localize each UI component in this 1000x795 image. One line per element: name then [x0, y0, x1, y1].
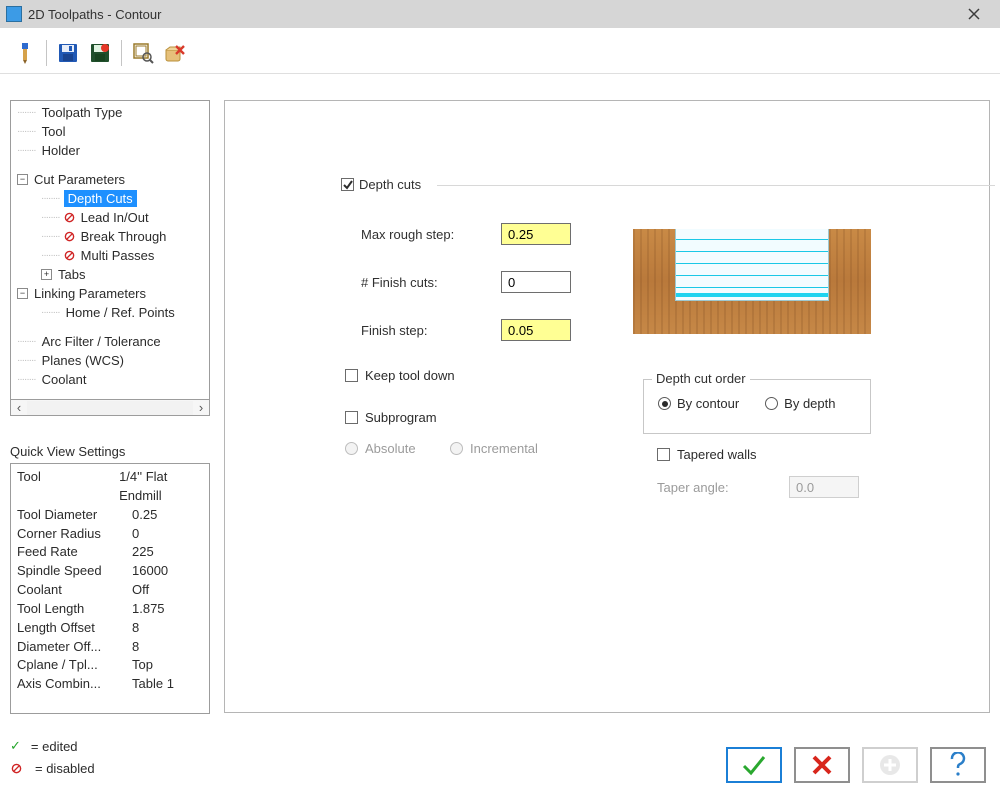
by-contour-label: By contour — [677, 396, 739, 411]
quickview-row: Diameter Off...8 — [17, 638, 203, 657]
quickview-row: Tool Length1.875 — [17, 600, 203, 619]
disabled-icon — [10, 762, 22, 774]
quickview-row: Corner Radius0 — [17, 525, 203, 544]
add-button — [862, 747, 918, 783]
tree-item[interactable]: ········Holder — [11, 141, 209, 160]
dialog-buttons — [726, 747, 986, 783]
edit-state-legend: ✓ = edited = disabled — [10, 735, 95, 779]
window-title: 2D Toolpaths - Contour — [28, 7, 161, 22]
quickview-row: Tool Diameter0.25 — [17, 506, 203, 525]
ok-button[interactable] — [726, 747, 782, 783]
tree-item[interactable]: ········Arc Filter / Tolerance — [11, 332, 209, 351]
by-depth-radio[interactable] — [765, 397, 778, 410]
tree-toggle[interactable]: + — [41, 269, 52, 280]
tapered-walls-checkbox[interactable] — [657, 448, 670, 461]
quickview-row: Axis Combin...Table 1 — [17, 675, 203, 694]
toolbar — [0, 32, 1000, 74]
tree-item[interactable]: ········Break Through — [11, 227, 209, 246]
quickview-title: Quick View Settings — [10, 444, 210, 459]
quickview-row: Feed Rate225 — [17, 543, 203, 562]
taper-angle-label: Taper angle: — [657, 480, 782, 495]
tree-item[interactable]: −Cut Parameters — [11, 170, 209, 189]
tree-toggle[interactable]: − — [17, 174, 28, 185]
tree-item[interactable]: ········Coolant — [11, 370, 209, 389]
depth-cuts-label: Depth cuts — [359, 177, 421, 192]
tree-item[interactable]: ········Multi Passes — [11, 246, 209, 265]
tree-toggle[interactable]: − — [17, 288, 28, 299]
tree-item[interactable]: ········Home / Ref. Points — [11, 303, 209, 322]
depth-cut-order-group: Depth cut order By contour By depth — [643, 379, 871, 434]
save-icon[interactable] — [53, 38, 83, 68]
tree-item[interactable]: −Linking Parameters — [11, 284, 209, 303]
incremental-radio — [450, 442, 463, 455]
save-special-icon[interactable] — [85, 38, 115, 68]
depth-cut-preview — [633, 229, 871, 334]
quickview-row: Spindle Speed16000 — [17, 562, 203, 581]
depth-cuts-checkbox[interactable] — [341, 178, 354, 191]
finish-cuts-label: # Finish cuts: — [361, 275, 501, 290]
quickview-row: Tool1/4'' Flat Endmill — [17, 468, 203, 506]
tree-view[interactable]: ········Toolpath Type········Tool·······… — [10, 100, 210, 400]
app-icon — [6, 6, 22, 22]
by-depth-label: By depth — [784, 396, 835, 411]
preview-icon[interactable] — [128, 38, 158, 68]
depth-cut-order-label: Depth cut order — [656, 371, 746, 386]
max-rough-input[interactable] — [501, 223, 571, 245]
taper-angle-input — [789, 476, 859, 498]
finish-step-label: Finish step: — [361, 323, 501, 338]
quickview-box: Tool1/4'' Flat EndmillTool Diameter0.25C… — [10, 463, 210, 714]
tree-item[interactable]: ········Toolpath Type — [11, 103, 209, 122]
keep-tool-down-label: Keep tool down — [365, 368, 455, 383]
quickview-row: Length Offset8 — [17, 619, 203, 638]
absolute-label: Absolute — [365, 441, 416, 456]
content-panel: Depth cuts Max rough step: # Finish cuts… — [224, 100, 990, 713]
edited-text: = edited — [31, 739, 78, 754]
delete-icon[interactable] — [160, 38, 190, 68]
finish-cuts-input[interactable] — [501, 271, 571, 293]
titlebar: 2D Toolpaths - Contour — [0, 0, 1000, 28]
close-button[interactable] — [954, 4, 994, 24]
help-button[interactable] — [930, 747, 986, 783]
finish-step-input[interactable] — [501, 319, 571, 341]
quickview-row: Cplane / Tpl...Top — [17, 656, 203, 675]
tapered-walls-label: Tapered walls — [677, 447, 757, 462]
by-contour-radio[interactable] — [658, 397, 671, 410]
max-rough-label: Max rough step: — [361, 227, 501, 242]
tree-item[interactable]: ········Planes (WCS) — [11, 351, 209, 370]
absolute-radio — [345, 442, 358, 455]
cancel-button[interactable] — [794, 747, 850, 783]
quickview-row: CoolantOff — [17, 581, 203, 600]
edited-icon: ✓ — [10, 738, 21, 754]
tool-icon[interactable] — [10, 38, 40, 68]
keep-tool-down-checkbox[interactable] — [345, 369, 358, 382]
subprogram-checkbox[interactable] — [345, 411, 358, 424]
disabled-text: = disabled — [35, 761, 95, 776]
tree-item[interactable]: ········Depth Cuts — [11, 189, 209, 208]
tree-hscroll[interactable]: ‹› — [10, 400, 210, 416]
subprogram-label: Subprogram — [365, 410, 437, 425]
tree-item[interactable]: +Tabs — [11, 265, 209, 284]
tree-item[interactable]: ········Lead In/Out — [11, 208, 209, 227]
tree-item[interactable]: ········Tool — [11, 122, 209, 141]
incremental-label: Incremental — [470, 441, 538, 456]
